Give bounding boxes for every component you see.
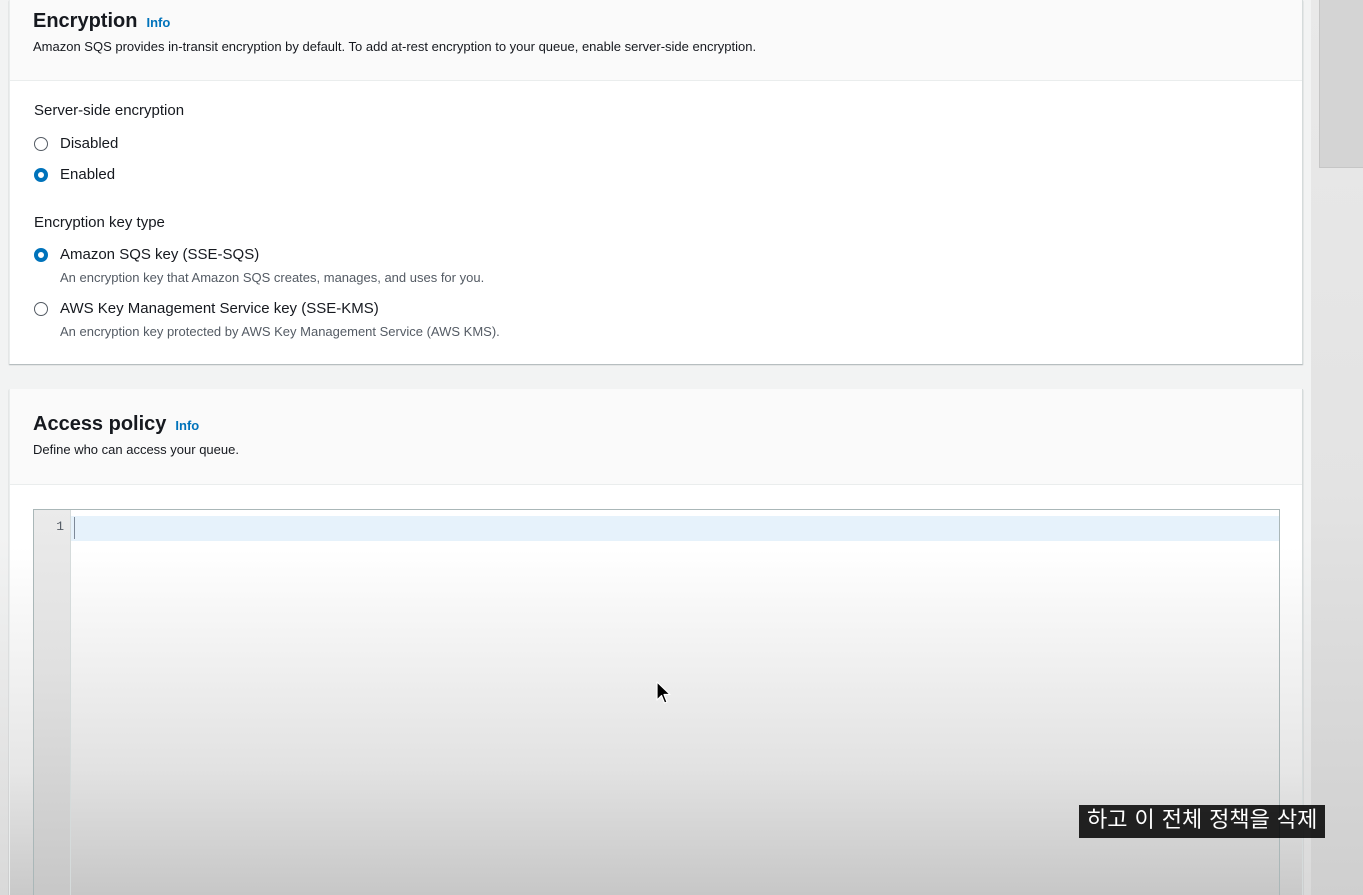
sse-disabled-radio[interactable] <box>34 136 48 151</box>
access-policy-info-link[interactable]: Info <box>175 418 199 433</box>
encryption-title: Encryption <box>33 10 138 32</box>
encryption-description: Amazon SQS provides in-transit encryptio… <box>33 39 757 54</box>
line-number: 1 <box>56 519 64 534</box>
access-policy-description: Define who can access your queue. <box>33 442 239 457</box>
encryption-panel: Encryption Info Amazon SQS provides in-tr… <box>9 0 1303 364</box>
access-policy-title: Access policy <box>33 413 167 435</box>
sse-kms-description: An encryption key protected by AWS Key M… <box>60 324 500 339</box>
sse-enabled-label[interactable]: Enabled <box>60 166 115 183</box>
sse-kms-radio[interactable] <box>34 301 48 316</box>
sse-sqs-description: An encryption key that Amazon SQS create… <box>60 270 485 285</box>
editor-active-line[interactable] <box>71 516 1279 541</box>
encryption-key-type-label: Encryption key type <box>34 214 165 231</box>
mouse-pointer-icon <box>656 681 671 704</box>
sse-sqs-radio[interactable] <box>34 247 48 262</box>
sse-sqs-label[interactable]: Amazon SQS key (SSE-SQS) <box>60 246 259 263</box>
text-cursor <box>74 517 75 539</box>
scrollbar-thumb[interactable] <box>1319 0 1363 168</box>
sse-kms-radio-option[interactable]: AWS Key Management Service key (SSE-KMS) <box>34 300 379 317</box>
access-policy-panel-header: Access policy Info Define who can access … <box>10 389 1302 485</box>
server-side-encryption-label: Server-side encryption <box>34 102 185 119</box>
sse-sqs-radio-option[interactable]: Amazon SQS key (SSE-SQS) <box>34 246 259 263</box>
video-subtitle: 하고 이 전체 정책을 삭제 <box>1079 805 1326 838</box>
encryption-panel-header: Encryption Info Amazon SQS provides in-tr… <box>10 0 1302 81</box>
sse-enabled-radio[interactable] <box>34 167 48 182</box>
sse-kms-label[interactable]: AWS Key Management Service key (SSE-KMS) <box>60 300 379 317</box>
sse-disabled-label[interactable]: Disabled <box>60 135 118 152</box>
encryption-info-link[interactable]: Info <box>146 15 170 30</box>
page: Encryption Info Amazon SQS provides in-tr… <box>0 0 1363 895</box>
sse-disabled-radio-option[interactable]: Disabled <box>34 135 118 152</box>
editor-gutter: 1 <box>34 510 71 895</box>
sse-enabled-radio-option[interactable]: Enabled <box>34 166 115 183</box>
